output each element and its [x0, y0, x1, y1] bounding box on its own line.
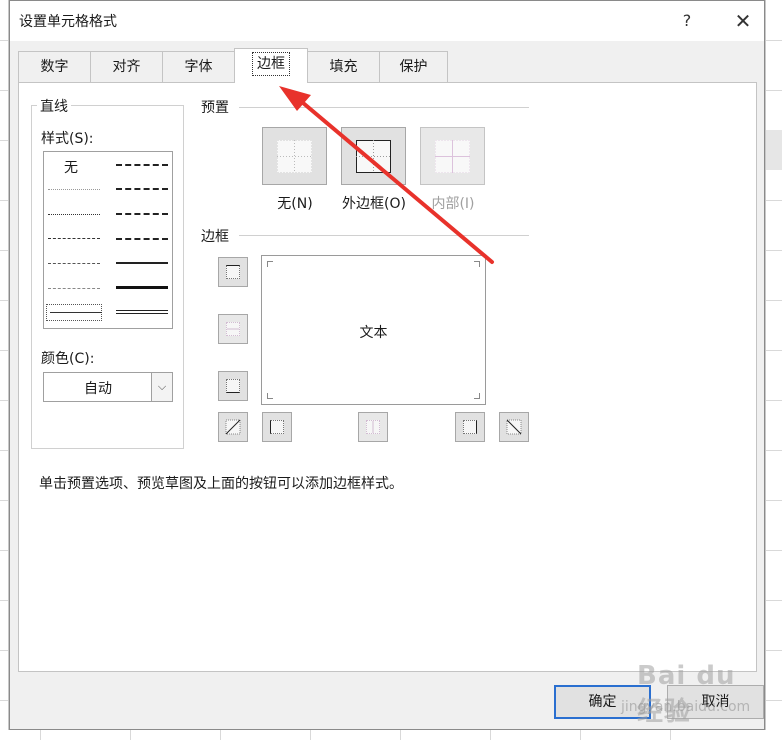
watermark: Bai du 经验 jingyan.baidu.com [597, 655, 767, 727]
tab-border-label: 边框 [252, 52, 290, 76]
tab-border[interactable]: 边框 [234, 48, 308, 83]
annotation-arrow [279, 86, 494, 264]
watermark-url: jingyan.baidu.com [621, 699, 751, 715]
watermark-text: Bai du 经验 [637, 661, 736, 727]
